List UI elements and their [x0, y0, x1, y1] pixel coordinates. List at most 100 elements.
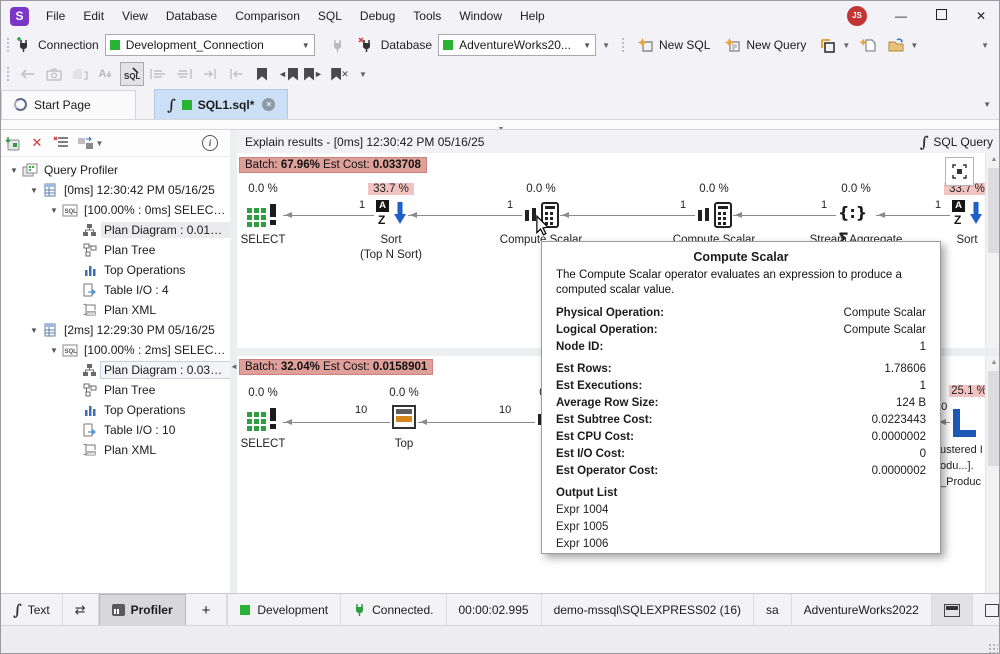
tree-item-top-operations-2[interactable]: Top Operations: [1, 400, 230, 420]
tree-item-top-operations-1[interactable]: Top Operations: [1, 260, 230, 280]
new-query-button[interactable]: New Query: [717, 33, 813, 57]
sort-operator-icon[interactable]: [952, 200, 982, 228]
format-icon[interactable]: A: [94, 62, 118, 86]
tree-item-plan-diagram-1[interactable]: Plan Diagram : 0.0158...: [1, 220, 230, 240]
chevron-down-icon[interactable]: ▼: [27, 186, 41, 195]
connection-select[interactable]: Development_Connection ▼: [105, 34, 315, 56]
toolbar-grip[interactable]: [6, 37, 10, 53]
add-view-button[interactable]: +: [186, 594, 228, 626]
minimize-button[interactable]: —: [881, 1, 921, 31]
full-view-button[interactable]: [973, 594, 1000, 626]
tree-item-statement-1[interactable]: ▼ SQL [100.00% : 0ms] SELECT ...: [1, 200, 230, 220]
menu-tools[interactable]: Tools: [404, 1, 450, 31]
vertical-scrollbar[interactable]: ▲: [985, 356, 1000, 593]
clustered-index-scan-operator-icon[interactable]: [951, 409, 977, 437]
close-button[interactable]: ✕: [961, 1, 1000, 31]
compare-results-icon[interactable]: ▼: [73, 132, 107, 154]
chevron-down-icon[interactable]: ▼: [47, 346, 61, 355]
toolbar-grip[interactable]: [6, 66, 10, 82]
swap-views-button[interactable]: ⇄: [63, 594, 99, 626]
open-file-icon[interactable]: [887, 37, 904, 54]
tree-item-session-2[interactable]: ▼ [2ms] 12:29:30 PM 05/16/25: [1, 320, 230, 340]
edge-rows-label: 1: [935, 199, 941, 211]
vertical-splitter[interactable]: ◄: [230, 129, 237, 594]
sql-query-button[interactable]: ∫ SQL Query: [920, 135, 993, 149]
tab-text-view[interactable]: ∫ Text: [1, 594, 63, 626]
zoom-fit-button[interactable]: [945, 157, 974, 186]
close-tab-icon[interactable]: ✕: [262, 98, 275, 111]
info-icon[interactable]: i: [198, 132, 222, 154]
menu-view[interactable]: View: [113, 1, 157, 31]
chevron-down-icon[interactable]: ▼: [47, 206, 61, 215]
select-operator-icon[interactable]: [245, 405, 281, 431]
scrollbar-thumb[interactable]: [988, 168, 1000, 253]
snapshot-icon[interactable]: [42, 62, 66, 86]
top-operator-icon[interactable]: [392, 405, 416, 429]
sql-editor-icon[interactable]: SQL: [120, 62, 144, 86]
bookmark-prev-icon[interactable]: ◄: [276, 62, 300, 86]
tab-profiler-view[interactable]: Profiler: [99, 594, 186, 626]
scrollbar-thumb[interactable]: [988, 371, 1000, 466]
new-window-icon[interactable]: [819, 37, 836, 54]
svg-text:SQL: SQL: [64, 349, 77, 355]
menu-help[interactable]: Help: [511, 1, 554, 31]
attach-profiling-results-icon[interactable]: [1, 132, 25, 154]
new-sql-button[interactable]: New SQL: [630, 33, 717, 57]
tree-item-query-profiler[interactable]: ▼ Query Profiler: [1, 160, 230, 180]
menu-database[interactable]: Database: [157, 1, 226, 31]
user-avatar[interactable]: JS: [847, 6, 867, 26]
tree-item-statement-2[interactable]: ▼ SQL [100.00% : 2ms] SELECT ...: [1, 340, 230, 360]
tab-start-page[interactable]: Start Page: [1, 90, 136, 119]
tree-item-table-io-2[interactable]: Table I/O : 10: [1, 420, 230, 440]
toolbar-options-icon[interactable]: ▼: [353, 70, 373, 79]
database-select[interactable]: AdventureWorks20... ▼: [438, 34, 596, 56]
tree-item-table-io-1[interactable]: Table I/O : 4: [1, 280, 230, 300]
chevron-down-icon[interactable]: ▼: [836, 41, 856, 50]
tree-item-plan-tree-2[interactable]: Plan Tree: [1, 380, 230, 400]
chevron-down-icon[interactable]: ▼: [904, 41, 924, 50]
tree-item-plan-xml-1[interactable]: XML Plan XML: [1, 300, 230, 320]
select-operator-icon[interactable]: [245, 201, 281, 227]
menu-file[interactable]: File: [37, 1, 74, 31]
new-document-icon[interactable]: [860, 37, 877, 54]
snippet-icon[interactable]: [68, 62, 92, 86]
menu-sql[interactable]: SQL: [309, 1, 351, 31]
sort-operator-icon[interactable]: [376, 200, 406, 228]
new-connection-icon[interactable]: [15, 37, 32, 54]
chevron-down-icon[interactable]: ▼: [27, 326, 41, 335]
tab-list-icon[interactable]: ▼: [977, 100, 997, 109]
delete-result-icon[interactable]: ✕: [25, 132, 49, 154]
navigate-icon[interactable]: [16, 62, 40, 86]
menu-debug[interactable]: Debug: [351, 1, 404, 31]
bookmark-next-icon[interactable]: ►: [302, 62, 326, 86]
stream-aggregate-operator-icon[interactable]: [838, 200, 878, 226]
tree-item-session-1[interactable]: ▼ [0ms] 12:30:42 PM 05/16/25: [1, 180, 230, 200]
clear-results-icon[interactable]: [49, 132, 73, 154]
tab-sql1[interactable]: ∫ SQL1.sql* ✕: [154, 89, 288, 119]
connect-icon[interactable]: [329, 37, 346, 54]
toolbar-overflow-icon[interactable]: ▼: [596, 41, 616, 50]
bookmark-icon[interactable]: [250, 62, 274, 86]
status-user: sa: [754, 594, 792, 626]
align-left-icon[interactable]: [146, 62, 170, 86]
resize-grip[interactable]: [988, 643, 998, 653]
tree-item-plan-diagram-2[interactable]: Plan Diagram : 0.033708: [1, 360, 230, 380]
chevron-down-icon[interactable]: ▼: [7, 166, 21, 175]
tooltip-row: Physical Operation:Compute Scalar: [556, 305, 926, 322]
toolbar-options-icon[interactable]: ▼: [975, 41, 995, 50]
tree-item-plan-tree-1[interactable]: Plan Tree: [1, 240, 230, 260]
vertical-scrollbar[interactable]: ▲: [985, 153, 1000, 348]
maximize-button[interactable]: [921, 1, 961, 31]
compute-scalar-operator-icon[interactable]: [697, 201, 731, 227]
indent-icon[interactable]: [198, 62, 222, 86]
outdent-icon[interactable]: [224, 62, 248, 86]
layout-toggle-button[interactable]: [932, 594, 973, 626]
toolbar-grip[interactable]: [621, 37, 625, 53]
menu-edit[interactable]: Edit: [74, 1, 113, 31]
menu-window[interactable]: Window: [450, 1, 511, 31]
disconnect-icon[interactable]: [358, 37, 375, 54]
menu-comparison[interactable]: Comparison: [226, 1, 309, 31]
tree-item-plan-xml-2[interactable]: XML Plan XML: [1, 440, 230, 460]
bookmark-clear-icon[interactable]: ✕: [328, 62, 352, 86]
align-right-icon[interactable]: [172, 62, 196, 86]
